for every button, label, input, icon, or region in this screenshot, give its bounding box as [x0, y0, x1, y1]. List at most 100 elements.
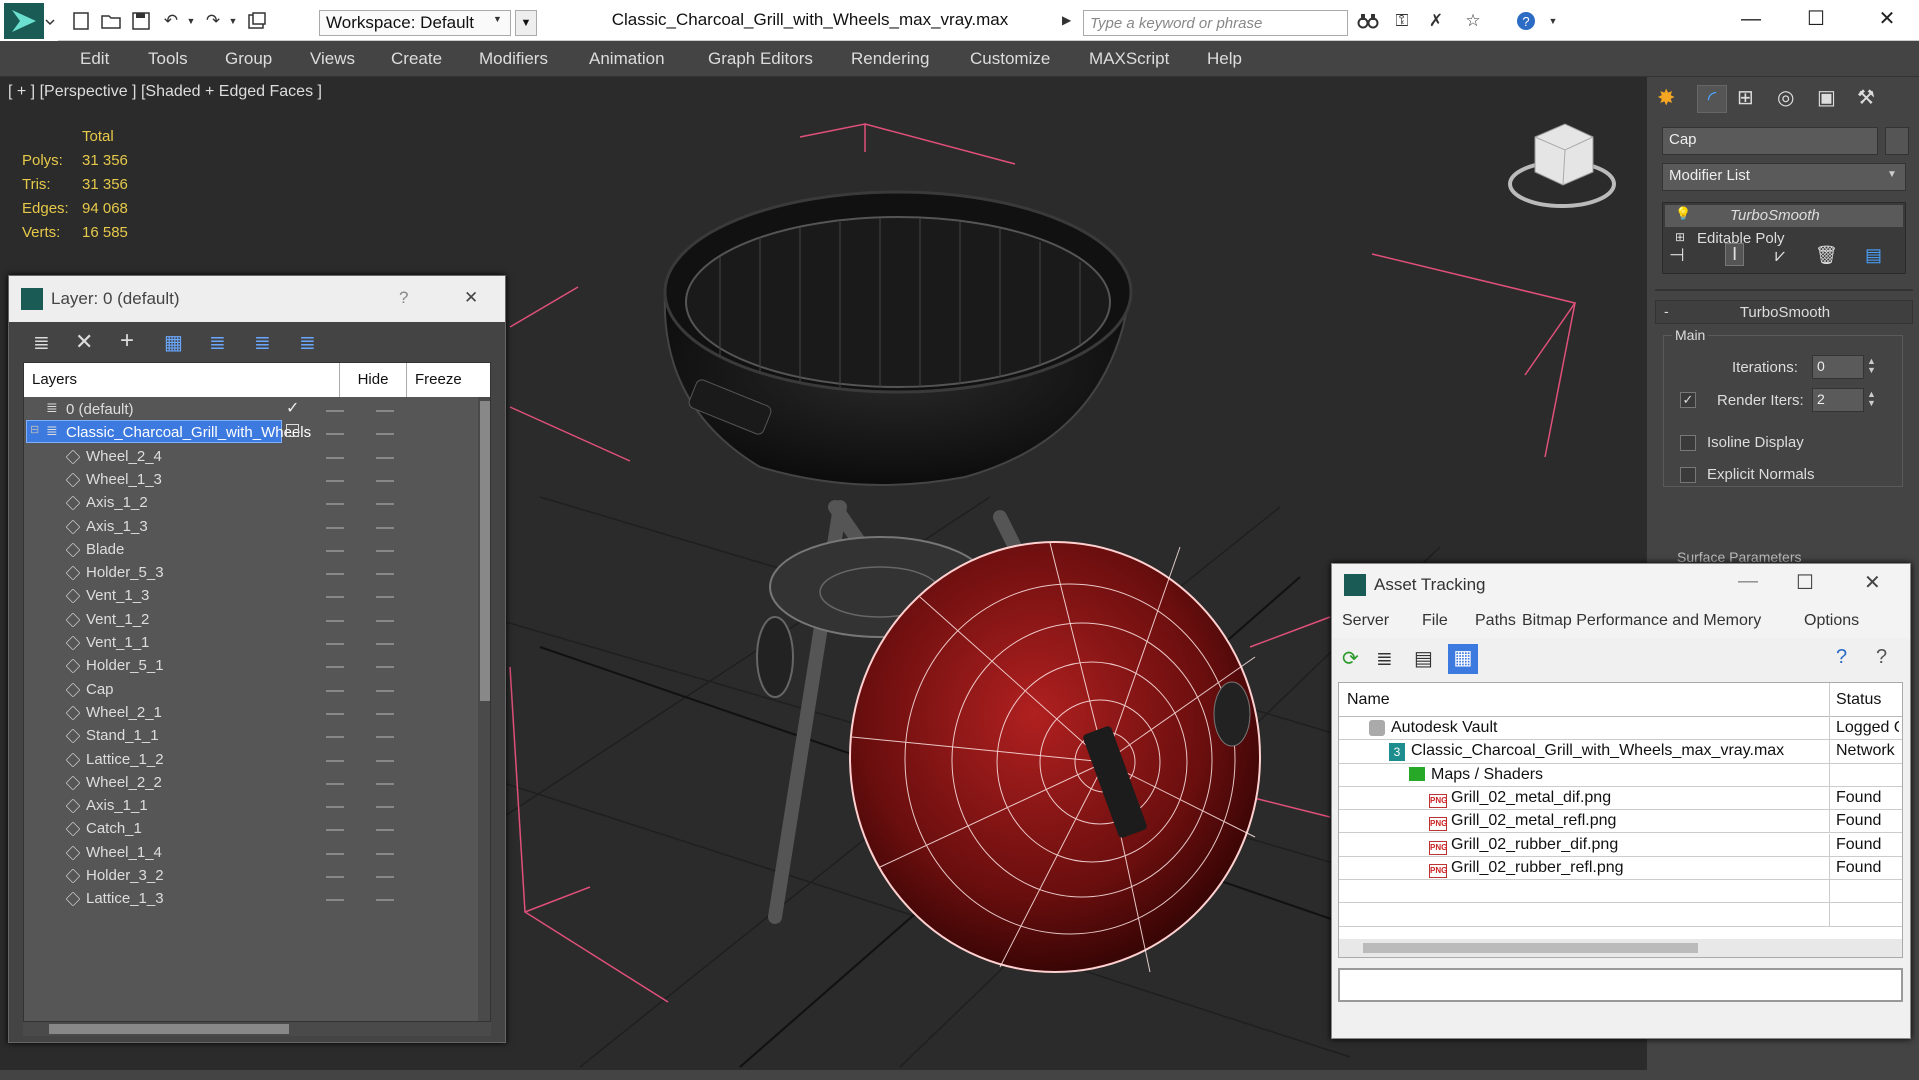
tree-view-icon[interactable]: ▤: [1414, 646, 1433, 671]
hide-toggle[interactable]: [326, 526, 344, 529]
layer-row[interactable]: Wheel_2_2: [24, 770, 490, 793]
collapse-minus-icon[interactable]: ⊟: [30, 423, 39, 436]
server-help-icon[interactable]: ?: [1836, 646, 1847, 669]
favorites-star-icon[interactable]: ☆: [1460, 8, 1486, 34]
iterations-spinner-icon[interactable]: ▲ ▼: [1867, 357, 1876, 375]
freeze-toggle[interactable]: [376, 736, 394, 739]
hide-toggle[interactable]: [326, 736, 344, 739]
delete-layer-icon[interactable]: ✕: [75, 329, 93, 355]
render-iters-input[interactable]: 2: [1812, 388, 1864, 412]
communication-icon[interactable]: ✗: [1423, 8, 1449, 34]
lightbulb-icon[interactable]: 💡: [1675, 206, 1691, 222]
configure-sets-icon[interactable]: ▤: [1865, 245, 1882, 266]
hide-toggle[interactable]: [326, 456, 344, 459]
scrollbar-thumb[interactable]: [1363, 943, 1698, 953]
layer-row[interactable]: Wheel_1_3: [24, 467, 490, 490]
layer-row[interactable]: Lattice_1_2: [24, 747, 490, 770]
hide-all-icon[interactable]: ≣: [254, 330, 271, 355]
menu-modifiers[interactable]: Modifiers: [479, 41, 548, 77]
layer-window-titlebar[interactable]: Layer: 0 (default) ? ✕: [9, 276, 505, 322]
column-layers[interactable]: Layers: [24, 363, 340, 397]
search-input[interactable]: Type a keyword or phrase: [1083, 10, 1348, 36]
asset-row[interactable]: Maps / Shaders: [1339, 763, 1902, 787]
freeze-toggle[interactable]: [376, 899, 394, 902]
close-button[interactable]: ✕: [1864, 570, 1881, 595]
object-color-swatch[interactable]: [1885, 127, 1909, 155]
object-name-field[interactable]: Cap: [1662, 127, 1878, 155]
hide-toggle[interactable]: [326, 666, 344, 669]
app-logo-icon[interactable]: [0, 0, 58, 41]
freeze-toggle[interactable]: [376, 712, 394, 715]
close-button[interactable]: ✕: [1855, 0, 1919, 41]
layer-row[interactable]: Stand_1_1: [24, 723, 490, 746]
hide-toggle[interactable]: [326, 643, 344, 645]
explicit-normals-checkbox[interactable]: [1680, 467, 1696, 483]
menu-rendering[interactable]: Rendering: [851, 41, 929, 77]
layer-row[interactable]: Wheel_2_4: [24, 444, 490, 467]
hide-toggle[interactable]: [326, 503, 344, 506]
refresh-icon[interactable]: ⟳: [1342, 646, 1359, 671]
workspace-menu-icon[interactable]: ▼: [515, 10, 537, 36]
modifier-list-dropdown[interactable]: Modifier List: [1662, 163, 1906, 191]
viewport-label[interactable]: [ + ] [Perspective ] [Shaded + Edged Fac…: [8, 83, 322, 101]
hide-toggle[interactable]: [326, 782, 344, 785]
freeze-all-icon[interactable]: ≣: [299, 330, 316, 355]
help-dropdown-icon[interactable]: ▼: [1540, 8, 1566, 34]
hide-toggle[interactable]: [326, 549, 344, 552]
freeze-toggle[interactable]: [376, 643, 394, 645]
workspace-dropdown[interactable]: Workspace: Default: [319, 10, 511, 36]
asset-window-titlebar[interactable]: Asset Tracking — ☐ ✕: [1332, 564, 1910, 606]
menu-edit[interactable]: Edit: [80, 41, 109, 77]
freeze-toggle[interactable]: [376, 759, 394, 762]
freeze-toggle[interactable]: [376, 503, 394, 506]
layer-row[interactable]: Vent_1_1: [24, 630, 490, 653]
layer-row[interactable]: Axis_1_3: [24, 514, 490, 537]
freeze-toggle[interactable]: [376, 596, 394, 599]
hide-toggle[interactable]: [326, 479, 344, 482]
menu-file[interactable]: File: [1422, 612, 1448, 630]
create-tab-icon[interactable]: ✸: [1657, 85, 1687, 113]
create-layer-icon[interactable]: ≣: [33, 330, 50, 355]
column-hide[interactable]: Hide: [340, 363, 407, 397]
layer-row[interactable]: Holder_3_2: [24, 863, 490, 886]
show-end-result-icon[interactable]: Ⅰ: [1725, 243, 1745, 266]
column-status[interactable]: Status: [1829, 683, 1881, 717]
layer-row[interactable]: ⊟ ≣ Classic_Charcoal_Grill_with_Wheels: [24, 420, 490, 444]
layer-row[interactable]: Wheel_1_4: [24, 840, 490, 863]
utilities-tab-icon[interactable]: ⚒: [1857, 85, 1887, 113]
layer-vertical-scrollbar[interactable]: [478, 397, 490, 1021]
asset-row[interactable]: Autodesk Vault Logged O: [1339, 717, 1902, 741]
freeze-toggle[interactable]: [376, 456, 394, 459]
layer-row[interactable]: Vent_1_3: [24, 583, 490, 606]
hide-toggle[interactable]: [326, 433, 344, 436]
vault-help-icon[interactable]: ?: [1876, 646, 1887, 669]
freeze-toggle[interactable]: [376, 829, 394, 832]
isoline-display-checkbox[interactable]: [1680, 435, 1696, 451]
asset-horizontal-scrollbar[interactable]: [1339, 939, 1902, 957]
hide-toggle[interactable]: [326, 852, 344, 855]
freeze-toggle[interactable]: [376, 479, 394, 482]
list-view-icon[interactable]: ≣: [1376, 646, 1393, 671]
hide-toggle[interactable]: [326, 596, 344, 599]
layer-row[interactable]: Cap: [24, 677, 490, 700]
menu-bitmap-performance[interactable]: Bitmap Performance and Memory: [1522, 612, 1761, 630]
hide-toggle[interactable]: [326, 410, 344, 412]
hide-toggle[interactable]: [326, 573, 344, 576]
freeze-toggle[interactable]: [376, 806, 394, 809]
menu-group[interactable]: Group: [225, 41, 272, 77]
hide-toggle[interactable]: [326, 712, 344, 715]
hide-toggle[interactable]: [326, 899, 344, 902]
column-freeze[interactable]: Freeze: [407, 363, 490, 397]
hide-toggle[interactable]: [326, 619, 344, 622]
layer-row[interactable]: Axis_1_2: [24, 490, 490, 513]
freeze-toggle[interactable]: [376, 876, 394, 878]
table-view-icon[interactable]: ▦: [1448, 644, 1478, 674]
layer-row[interactable]: Wheel_2_1: [24, 700, 490, 723]
select-objects-icon[interactable]: ▦: [164, 330, 183, 355]
active-layer-check-icon[interactable]: ✓: [286, 398, 299, 418]
freeze-toggle[interactable]: [376, 433, 394, 436]
menu-server[interactable]: Server: [1342, 612, 1389, 630]
new-file-icon[interactable]: [68, 8, 94, 34]
menu-maxscript[interactable]: MAXScript: [1089, 41, 1169, 77]
make-unique-icon[interactable]: ⩗: [1775, 245, 1785, 266]
